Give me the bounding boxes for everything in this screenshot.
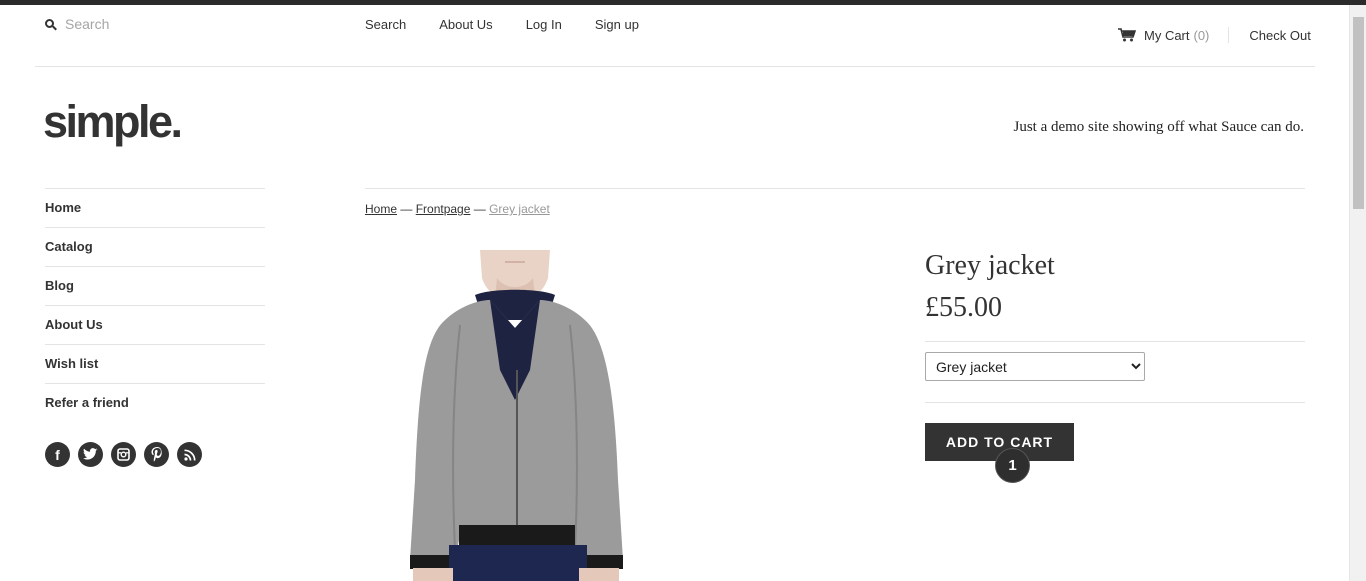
header-divider [35, 66, 1315, 67]
my-cart-link[interactable]: My Cart (0) [1144, 28, 1209, 43]
product-divider [925, 341, 1305, 342]
top-nav: Search About Us Log In Sign up [365, 17, 672, 32]
search-box[interactable] [45, 16, 265, 32]
top-nav-sign-up[interactable]: Sign up [595, 17, 639, 32]
product-photo [410, 250, 623, 581]
breadcrumb-separator: — [473, 202, 486, 216]
breadcrumb-current: Grey jacket [489, 202, 550, 216]
product-image[interactable] [365, 250, 675, 581]
sidebar-item-wish-list[interactable]: Wish list [45, 344, 265, 383]
top-nav-about-us[interactable]: About Us [439, 17, 492, 32]
variant-select[interactable]: Grey jacket [925, 352, 1145, 381]
sidebar-item-home[interactable]: Home [45, 188, 265, 227]
content-divider [365, 188, 1305, 189]
twitter-icon[interactable] [78, 442, 103, 467]
instagram-icon[interactable] [111, 442, 136, 467]
rss-icon[interactable] [177, 442, 202, 467]
breadcrumb-separator: — [400, 202, 413, 216]
facebook-icon[interactable]: f [45, 442, 70, 467]
my-cart-label: My Cart [1144, 27, 1190, 43]
breadcrumb: Home — Frontpage — Grey jacket [365, 202, 550, 216]
sidebar-item-refer-a-friend[interactable]: Refer a friend [45, 383, 265, 422]
top-nav-search[interactable]: Search [365, 17, 406, 32]
sidebar-item-blog[interactable]: Blog [45, 266, 265, 305]
scrollbar-thumb[interactable] [1353, 17, 1364, 209]
search-icon [45, 18, 57, 30]
check-out-link[interactable]: Check Out [1249, 28, 1310, 43]
product-divider [925, 402, 1305, 403]
site-tagline: Just a demo site showing off what Sauce … [1013, 119, 1304, 135]
social-links: f [45, 442, 202, 467]
top-bar [0, 0, 1366, 5]
cart-area: My Cart (0) Check Out [1118, 27, 1311, 43]
breadcrumb-frontpage[interactable]: Frontpage [416, 202, 471, 216]
top-nav-log-in[interactable]: Log In [526, 17, 562, 32]
step-badge: 1 [995, 448, 1030, 483]
product-price: £55.00 [925, 292, 1002, 323]
sidebar-nav: Home Catalog Blog About Us Wish list Ref… [45, 188, 265, 422]
cart-divider [1228, 27, 1230, 43]
cart-count: (0) [1193, 27, 1210, 43]
breadcrumb-home[interactable]: Home [365, 202, 397, 216]
cart-icon [1118, 28, 1136, 42]
sidebar-item-catalog[interactable]: Catalog [45, 227, 265, 266]
search-input[interactable] [65, 16, 265, 32]
site-logo[interactable]: simple. [43, 96, 183, 148]
sidebar-item-about-us[interactable]: About Us [45, 305, 265, 344]
pinterest-icon[interactable] [144, 442, 169, 467]
page-scrollbar[interactable] [1349, 5, 1366, 581]
product-title: Grey jacket [925, 250, 1055, 281]
